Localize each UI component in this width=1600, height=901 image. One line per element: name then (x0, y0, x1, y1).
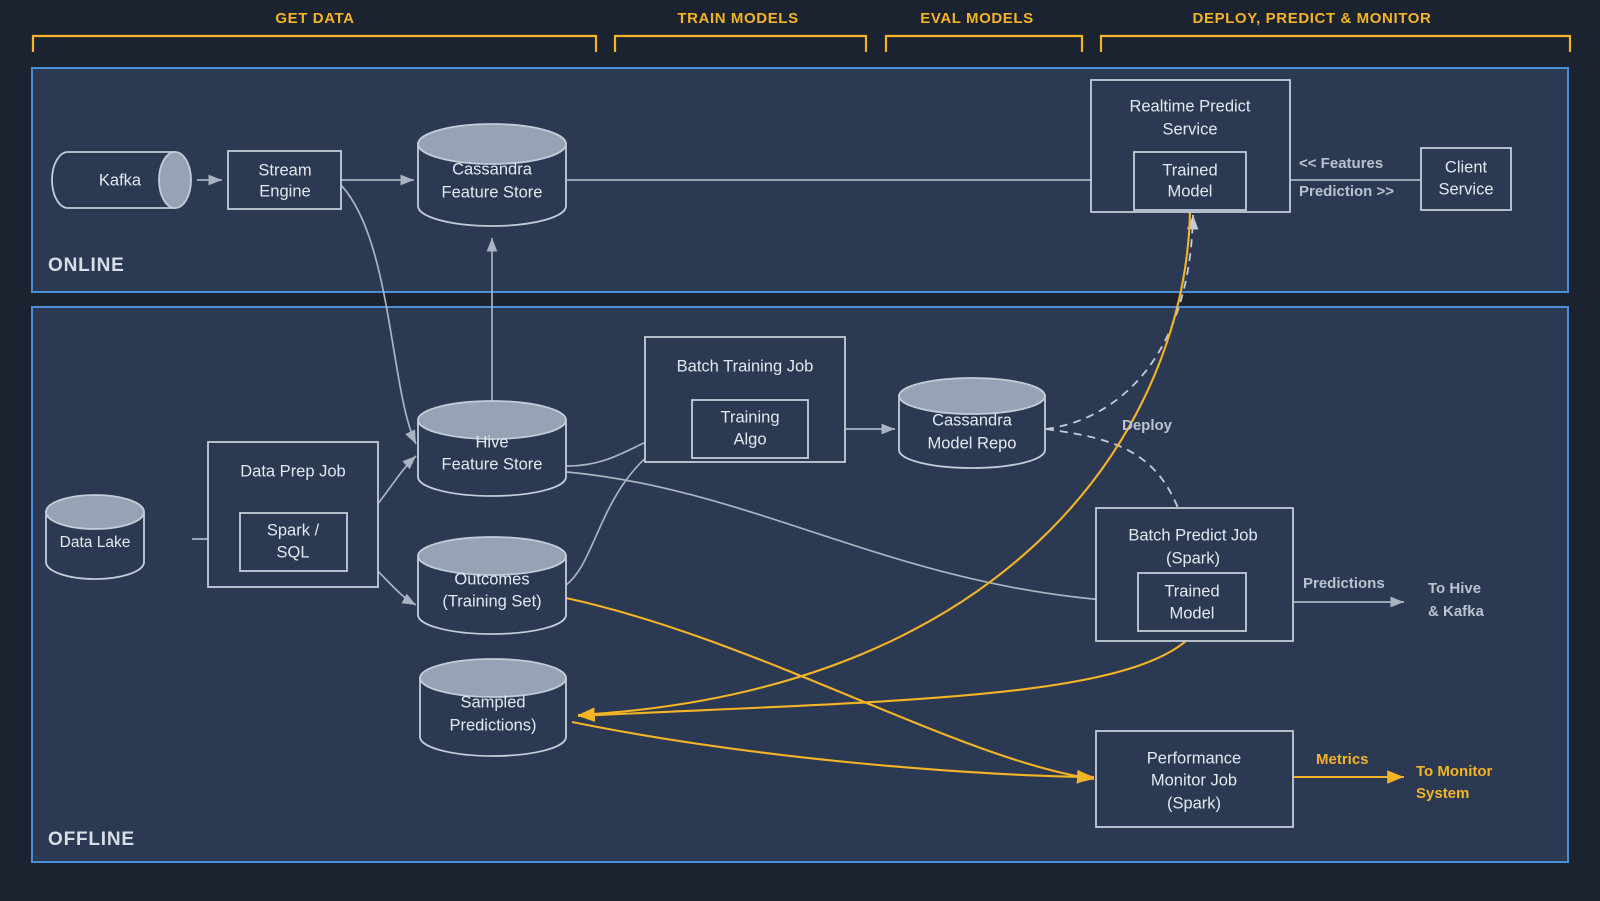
phase-bracket-get-data (31, 34, 598, 52)
node-label-sampled-predictions-line2: Predictions) (449, 716, 536, 734)
node-label-stream-engine-line1: Stream (258, 161, 311, 179)
node-label-stream-engine-line2: Engine (259, 182, 310, 200)
node-label-cassandra-model-repo-line2: Model Repo (928, 434, 1017, 452)
phase-bracket-deploy-predict-monitor (1099, 34, 1572, 52)
node-label-data-prep-job: Data Prep Job (240, 462, 345, 480)
node-label-spark-sql-line2: SQL (276, 543, 309, 561)
node-label-realtime-predict-service-line2: Service (1162, 120, 1217, 138)
node-label-realtime-trained-model-line2: Model (1168, 182, 1213, 200)
node-cassandra-model-repo[interactable]: Cassandra Model Repo (898, 377, 1046, 469)
node-stream-engine[interactable]: Stream Engine (227, 150, 342, 210)
node-label-kafka: Kafka (99, 171, 142, 189)
node-data-lake[interactable]: Data Lake (45, 494, 145, 580)
node-label-performance-monitor-job-line3: (Spark) (1167, 794, 1221, 812)
node-batch-predict-job[interactable]: Batch Predict Job (Spark) Trained Model (1095, 507, 1294, 642)
phase-header-train-models: TRAIN MODELS (613, 10, 868, 52)
node-label-hive-feature-store-line1: Hive (475, 433, 508, 451)
phase-label-get-data: GET DATA (275, 10, 354, 27)
node-cassandra-feature-store[interactable]: Cassandra Feature Store (417, 123, 567, 227)
node-realtime-predict-service[interactable]: Realtime Predict Service Trained Model (1090, 79, 1291, 213)
node-batch-training-job[interactable]: Batch Training Job Training Algo (644, 336, 846, 463)
node-label-training-algo-line1: Training (721, 408, 780, 426)
node-label-batch-training-job: Batch Training Job (677, 357, 814, 375)
phase-label-train-models: TRAIN MODELS (677, 10, 798, 27)
node-label-sampled-predictions-line1: Sampled (460, 693, 525, 711)
edge-label-metrics: Metrics (1316, 751, 1369, 768)
architecture-diagram: GET DATA TRAIN MODELS EVAL MODELS DEPLOY… (0, 0, 1600, 901)
phase-bracket-train-models (613, 34, 868, 52)
node-label-realtime-trained-model-line1: Trained (1162, 161, 1217, 179)
node-label-performance-monitor-job-line1: Performance (1147, 749, 1241, 767)
phase-header-get-data: GET DATA (31, 10, 598, 52)
node-label-batch-predict-job-line1: Batch Predict Job (1128, 526, 1257, 544)
phase-header-eval-models: EVAL MODELS (884, 10, 1084, 52)
edge-label-features: << Features (1299, 155, 1383, 172)
node-label-cassandra-feature-store-line1: Cassandra (452, 160, 533, 178)
node-outcomes[interactable]: Outcomes (Training Set) (417, 536, 567, 635)
diagram-canvas: GET DATA TRAIN MODELS EVAL MODELS DEPLOY… (31, 10, 1572, 863)
edge-label-to-hive-kafka-line1: To Hive (1428, 580, 1481, 597)
node-label-outcomes-line1: Outcomes (454, 570, 529, 588)
panel-label-offline: OFFLINE (48, 829, 135, 850)
edge-label-to-hive-kafka-line2: & Kafka (1428, 603, 1485, 620)
phase-header-deploy-predict-monitor: DEPLOY, PREDICT & MONITOR (1099, 10, 1572, 52)
edge-label-predictions: Predictions (1303, 575, 1385, 592)
phase-label-eval-models: EVAL MODELS (920, 10, 1034, 27)
panel-label-online: ONLINE (48, 255, 125, 276)
node-label-training-algo-line2: Algo (733, 430, 766, 448)
node-label-client-service-line1: Client (1445, 158, 1488, 176)
edge-label-to-monitor-system-line2: System (1416, 785, 1469, 802)
node-label-cassandra-feature-store-line2: Feature Store (442, 183, 543, 201)
node-label-spark-sql-line1: Spark / (267, 521, 320, 539)
node-data-prep-job[interactable]: Data Prep Job Spark / SQL (207, 441, 379, 588)
node-hive-feature-store[interactable]: Hive Feature Store (417, 400, 567, 497)
edge-label-prediction: Prediction >> (1299, 183, 1394, 200)
edge-label-to-monitor-system-line1: To Monitor (1416, 763, 1493, 780)
node-sampled-predictions[interactable]: Sampled Predictions) (419, 658, 567, 757)
node-label-batch-predict-job-line2: (Spark) (1166, 549, 1220, 567)
node-kafka[interactable]: Kafka (51, 151, 192, 209)
phase-bracket-eval-models (884, 34, 1084, 52)
node-label-batch-trained-model-line2: Model (1170, 604, 1215, 622)
node-client-service[interactable]: Client Service (1420, 147, 1512, 211)
node-label-realtime-predict-service-line1: Realtime Predict (1129, 97, 1250, 115)
node-label-client-service-line2: Service (1438, 180, 1493, 198)
node-label-outcomes-line2: (Training Set) (442, 592, 541, 610)
node-label-data-lake: Data Lake (60, 534, 131, 551)
phase-label-deploy-predict-monitor: DEPLOY, PREDICT & MONITOR (1193, 10, 1432, 27)
edge-label-deploy: Deploy (1122, 417, 1173, 434)
node-label-cassandra-model-repo-line1: Cassandra (932, 411, 1013, 429)
node-label-performance-monitor-job-line2: Monitor Job (1151, 771, 1237, 789)
node-performance-monitor-job[interactable]: Performance Monitor Job (Spark) (1095, 730, 1294, 828)
node-label-batch-trained-model-line1: Trained (1164, 582, 1219, 600)
node-label-hive-feature-store-line2: Feature Store (442, 455, 543, 473)
